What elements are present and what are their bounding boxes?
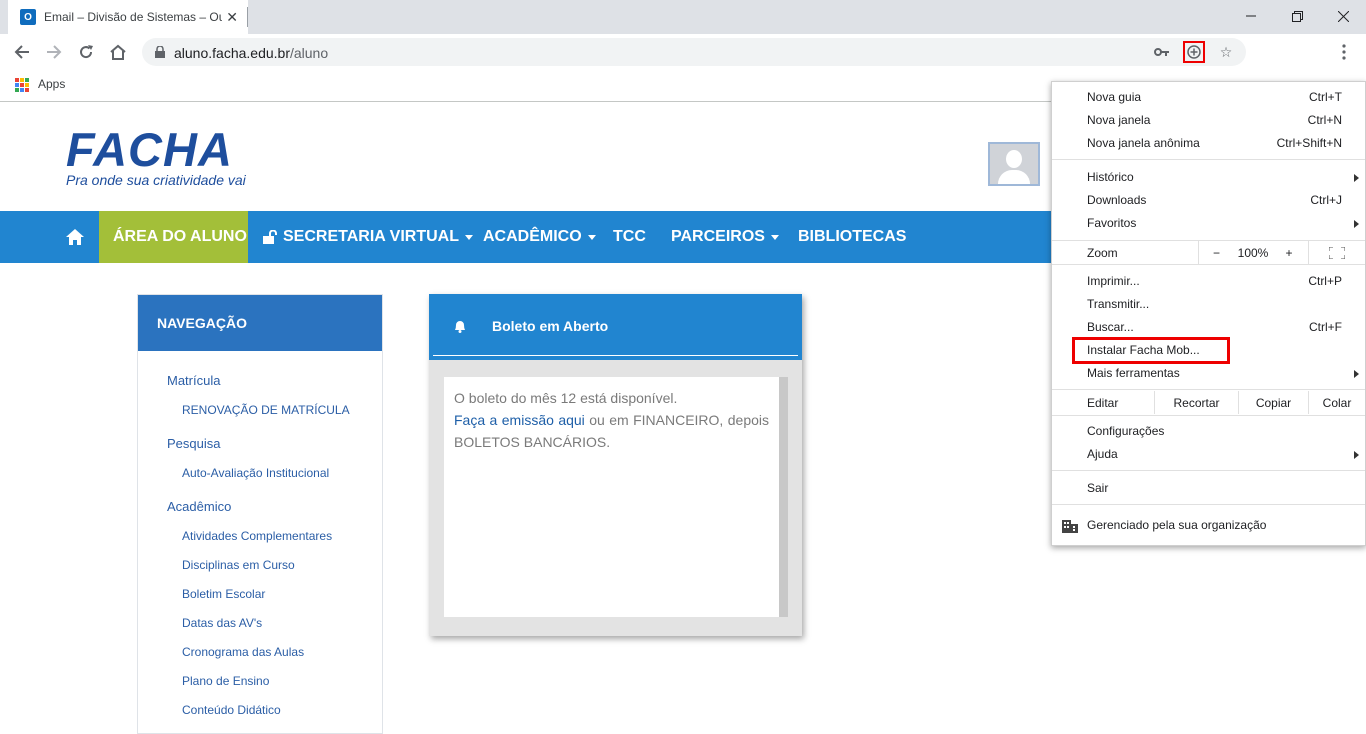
chevron-down-icon: [587, 234, 596, 240]
sidebar-item-datas-av[interactable]: Datas das AV's: [182, 616, 262, 630]
menu-item-transmitir[interactable]: Transmitir...: [1052, 293, 1365, 316]
menu-item-ajuda[interactable]: Ajuda: [1052, 443, 1365, 466]
emissao-link[interactable]: Faça a emissão aqui: [454, 412, 585, 428]
zoom-out-button[interactable]: −: [1198, 241, 1234, 264]
sidebar-group-pesquisa[interactable]: Pesquisa: [167, 436, 220, 451]
browser-toolbar: aluno.facha.edu.br/aluno ☆: [0, 34, 1366, 70]
sidebar-item-plano[interactable]: Plano de Ensino: [182, 674, 269, 688]
forward-arrow-icon: [47, 45, 62, 59]
close-window-button[interactable]: [1320, 4, 1366, 28]
chrome-menu-button[interactable]: [1334, 40, 1354, 64]
tab-title: Email – Divisão de Sistemas – Ou: [44, 10, 222, 24]
minimize-button[interactable]: [1228, 4, 1274, 28]
chevron-right-icon: [1354, 451, 1359, 459]
outlook-icon: O: [20, 9, 36, 25]
sidebar-item-renovacao[interactable]: RENOVAÇÃO DE MATRÍCULA: [182, 403, 350, 417]
fullscreen-button[interactable]: [1308, 241, 1365, 264]
menu-item-imprimir[interactable]: Imprimir... Ctrl+P: [1052, 270, 1365, 293]
menu-item-configuracoes[interactable]: Configurações: [1052, 420, 1365, 443]
sidebar-group-matricula[interactable]: Matrícula: [167, 373, 220, 388]
apps-grid-icon[interactable]: [15, 78, 29, 92]
logo-tagline: Pra onde sua criatividade vai: [66, 172, 246, 188]
back-arrow-icon: [14, 45, 29, 59]
nav-bibliotecas[interactable]: BIBLIOTECAS: [784, 211, 920, 263]
cut-button[interactable]: Recortar: [1154, 391, 1238, 414]
edit-label: Editar: [1087, 395, 1119, 410]
chevron-right-icon: [1354, 174, 1359, 182]
kebab-menu-icon: [1342, 44, 1346, 60]
back-button[interactable]: [10, 40, 34, 64]
bookmark-star-icon[interactable]: ☆: [1216, 42, 1236, 62]
menu-item-buscar[interactable]: Buscar... Ctrl+F: [1052, 316, 1365, 339]
zoom-level: 100%: [1237, 245, 1269, 260]
menu-item-sair[interactable]: Sair: [1052, 477, 1365, 500]
home-icon: [110, 44, 126, 60]
sidebar-item-disciplinas[interactable]: Disciplinas em Curso: [182, 558, 295, 572]
reload-button[interactable]: [74, 40, 98, 64]
nav-tcc[interactable]: TCC: [599, 211, 660, 263]
browser-tab[interactable]: O Email – Divisão de Sistemas – Ou ✕: [8, 0, 248, 34]
restore-icon: [1291, 10, 1303, 22]
menu-item-nova-janela[interactable]: Nova janela Ctrl+N: [1052, 109, 1365, 132]
chevron-right-icon: [1354, 370, 1359, 378]
home-nav-button[interactable]: [52, 211, 98, 263]
menu-item-gerenciado[interactable]: Gerenciado pela sua organização: [1052, 514, 1365, 537]
nav-parceiros[interactable]: PARCEIROS: [657, 211, 793, 263]
menu-item-favoritos[interactable]: Favoritos: [1052, 212, 1365, 235]
fullscreen-icon: [1329, 246, 1345, 259]
edit-row: Editar Recortar Copiar Colar: [1052, 391, 1365, 414]
zoom-row: Zoom − 100% +: [1052, 241, 1365, 264]
chrome-overflow-menu: Nova guia Ctrl+T Nova janela Ctrl+N Nova j…: [1051, 81, 1366, 546]
sidebar-item-cronograma[interactable]: Cronograma das Aulas: [182, 645, 304, 659]
tab-strip: O Email – Divisão de Sistemas – Ou ✕: [0, 0, 1366, 34]
install-app-icon[interactable]: [1183, 41, 1205, 63]
restore-button[interactable]: [1274, 4, 1320, 28]
bell-icon: [455, 321, 465, 333]
key-icon[interactable]: [1152, 42, 1172, 62]
unlock-icon: [263, 230, 277, 244]
sidebar-title: NAVEGAÇÃO: [138, 295, 382, 351]
home-icon: [66, 229, 84, 245]
copy-button[interactable]: Copiar: [1238, 391, 1308, 414]
boleto-card: Boleto em Aberto O boleto do mês 12 está…: [429, 294, 802, 636]
reload-icon: [80, 45, 93, 59]
url-text: aluno.facha.edu.br/aluno: [174, 45, 329, 61]
nav-area-do-aluno[interactable]: ÁREA DO ALUNO: [99, 211, 248, 263]
navigation-sidebar: NAVEGAÇÃO Matrícula RENOVAÇÃO DE MATRÍCU…: [137, 294, 383, 734]
minimize-icon: [1246, 15, 1256, 17]
zoom-in-button[interactable]: +: [1272, 241, 1306, 264]
tab-separator: [247, 7, 248, 27]
facha-logo[interactable]: FACHA Pra onde sua criatividade vai: [66, 126, 246, 189]
address-bar[interactable]: aluno.facha.edu.br/aluno ☆: [142, 38, 1246, 66]
sidebar-item-atividades[interactable]: Atividades Complementares: [182, 529, 332, 543]
sidebar-item-boletim[interactable]: Boletim Escolar: [182, 587, 265, 601]
install-highlight: [1072, 337, 1230, 364]
chevron-right-icon: [1354, 220, 1359, 228]
close-icon[interactable]: ✕: [226, 9, 238, 26]
menu-item-nova-guia[interactable]: Nova guia Ctrl+T: [1052, 86, 1365, 109]
sidebar-item-auto-avaliacao[interactable]: Auto-Avaliação Institucional: [182, 466, 329, 480]
boleto-message: O boleto do mês 12 está disponível.: [454, 390, 678, 406]
menu-item-downloads[interactable]: Downloads Ctrl+J: [1052, 189, 1365, 212]
card-header: Boleto em Aberto: [429, 294, 802, 360]
home-button[interactable]: [106, 40, 130, 64]
lock-icon: [155, 46, 165, 58]
menu-item-historico[interactable]: Histórico: [1052, 166, 1365, 189]
paste-button[interactable]: Colar: [1308, 391, 1365, 414]
chevron-down-icon: [770, 234, 779, 240]
sidebar-item-conteudo[interactable]: Conteúdo Didático: [182, 703, 281, 717]
card-title: Boleto em Aberto: [492, 318, 609, 334]
sidebar-group-academico[interactable]: Acadêmico: [167, 499, 231, 514]
nav-secretaria-virtual[interactable]: SECRETARIA VIRTUAL: [249, 211, 487, 263]
menu-item-janela-anonima[interactable]: Nova janela anônima Ctrl+Shift+N: [1052, 132, 1365, 155]
avatar[interactable]: [988, 142, 1040, 186]
apps-bookmark[interactable]: Apps: [38, 77, 65, 91]
card-body: O boleto do mês 12 está disponível. Faça…: [444, 377, 788, 617]
menu-item-mais-ferramentas[interactable]: Mais ferramentas: [1052, 362, 1365, 385]
nav-academico[interactable]: ACADÊMICO: [469, 211, 610, 263]
forward-button[interactable]: [42, 40, 66, 64]
close-window-icon: [1337, 10, 1349, 22]
